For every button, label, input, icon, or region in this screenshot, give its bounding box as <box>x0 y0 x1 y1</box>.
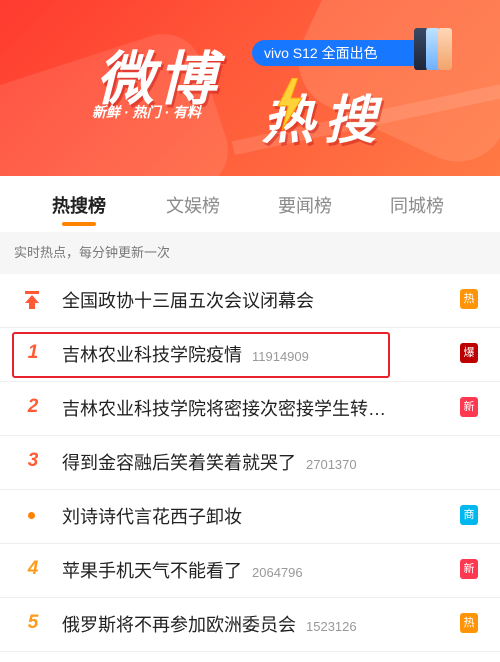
tab-local[interactable]: 同城榜 <box>390 192 444 218</box>
item-title: 全国政协十三届五次会议闭幕会 <box>62 291 314 311</box>
list-item[interactable]: 1 吉林农业科技学院疫情 11914909 爆 <box>0 328 500 382</box>
sponsor-badge[interactable]: vivo S12 全面出色 <box>252 40 430 66</box>
item-rank: 1 <box>27 342 39 363</box>
tab-hot-search[interactable]: 热搜榜 <box>52 192 106 218</box>
item-count: 2064796 <box>252 565 303 580</box>
list-item[interactable]: 2 吉林农业科技学院将密接次密接学生转… 新 <box>0 382 500 436</box>
item-count: 1523126 <box>306 619 357 634</box>
item-title: 刘诗诗代言花西子卸妆 <box>62 507 242 527</box>
item-title: 苹果手机天气不能看了 2064796 <box>62 561 303 581</box>
list-item[interactable]: 4 苹果手机天气不能看了 2064796 新 <box>0 544 500 598</box>
hot-search-banner: 微博 热搜 新鲜 · 热门 · 有料 vivo S12 全面出色 <box>0 0 500 176</box>
item-count: 2701370 <box>306 457 357 472</box>
item-title: 吉林农业科技学院将密接次密接学生转… <box>62 399 386 419</box>
active-tab-indicator <box>62 222 96 226</box>
update-notice: 实时热点，每分钟更新一次 <box>0 232 500 274</box>
pin-top-icon <box>25 291 39 309</box>
item-count: 11914909 <box>252 349 309 364</box>
tab-entertainment[interactable]: 文娱榜 <box>166 192 220 218</box>
list-item[interactable]: 3 得到金容融后笑着笑着就哭了 2701370 <box>0 436 500 490</box>
lightning-icon <box>277 78 303 130</box>
item-rank: 5 <box>27 612 39 633</box>
item-title: 吉林农业科技学院疫情 11914909 <box>62 345 309 365</box>
new-badge: 新 <box>460 397 478 417</box>
explosive-badge: 爆 <box>460 343 478 363</box>
hot-badge: 热 <box>460 289 478 309</box>
item-title: 得到金容融后笑着笑着就哭了 2701370 <box>62 453 357 473</box>
ranking-tabs: 热搜榜 文娱榜 要闻榜 同城榜 <box>0 176 500 232</box>
list-item[interactable]: 刘诗诗代言花西子卸妆 商 <box>0 490 500 544</box>
phones-image <box>414 28 454 72</box>
list-item[interactable]: 全国政协十三届五次会议闭幕会 热 <box>0 274 500 328</box>
promoted-dot-icon <box>28 512 35 519</box>
ad-badge: 商 <box>460 505 478 525</box>
item-rank: 4 <box>27 558 39 579</box>
hot-badge: 热 <box>460 613 478 633</box>
list-item[interactable]: 5 俄罗斯将不再参加欧洲委员会 1523126 热 <box>0 598 500 652</box>
item-rank: 3 <box>27 450 39 471</box>
banner-tagline: 新鲜 · 热门 · 有料 <box>92 104 201 120</box>
new-badge: 新 <box>460 559 478 579</box>
tab-news[interactable]: 要闻榜 <box>278 192 332 218</box>
item-title: 俄罗斯将不再参加欧洲委员会 1523126 <box>62 615 357 635</box>
item-rank: 2 <box>27 396 39 417</box>
